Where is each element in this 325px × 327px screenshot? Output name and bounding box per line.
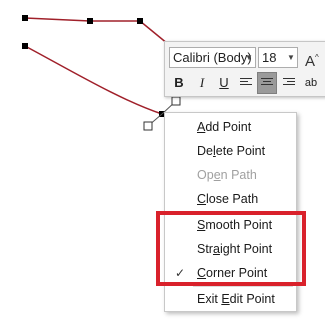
path-segment-top[interactable]: [24, 17, 169, 45]
menu-item-label: dd Point: [205, 120, 252, 134]
menu-item-mnemonic: C: [197, 192, 207, 206]
vertex-handle[interactable]: [22, 43, 28, 49]
bezier-control-handle[interactable]: [171, 96, 181, 106]
menu-item-mnemonic: E: [221, 292, 230, 306]
font-size-combo[interactable]: 18 ▼: [258, 47, 298, 68]
align-left-button[interactable]: [236, 72, 256, 94]
vertex-handle[interactable]: [87, 18, 93, 24]
grow-font-icon: A: [305, 53, 316, 70]
highlight-icon: ab: [304, 77, 318, 89]
bold-button[interactable]: B: [169, 72, 189, 94]
align-right-button[interactable]: [279, 72, 299, 94]
caret-up-icon: ^: [315, 53, 319, 62]
grow-font-button[interactable]: A^: [305, 47, 325, 70]
menu-item-label: De: [197, 144, 213, 158]
menu-item-label: n Path: [220, 168, 257, 182]
vertex-handle[interactable]: [137, 18, 143, 24]
font-name-combo[interactable]: Calibri (Body) ▼: [169, 47, 256, 68]
underline-button[interactable]: U: [214, 72, 234, 94]
align-left-icon: [240, 78, 252, 88]
bezier-control-handle[interactable]: [143, 121, 153, 131]
dropdown-arrow-icon[interactable]: ▼: [243, 48, 255, 67]
menu-item-close-path[interactable]: Close Path: [165, 187, 296, 211]
red-annotation-box: [156, 211, 306, 286]
menu-item-label: Op: [197, 168, 214, 182]
font-name-value: Calibri (Body): [173, 50, 252, 65]
menu-item-exit-edit-point[interactable]: Exit Edit Point: [165, 287, 296, 311]
font-size-value: 18: [262, 50, 277, 65]
highlight-button[interactable]: ab: [301, 72, 321, 94]
menu-item-mnemonic: e: [213, 168, 221, 182]
menu-item-label: Exit: [197, 292, 222, 306]
slide-canvas: Calibri (Body) ▼ 18 ▼ A^ B I U ab Add Po…: [0, 0, 325, 327]
italic-button[interactable]: I: [192, 72, 212, 94]
vertex-handle[interactable]: [22, 15, 28, 21]
menu-item-label: dit Point: [229, 292, 275, 306]
menu-item-delete-point[interactable]: Delete Point: [165, 139, 296, 163]
path-segment-curve[interactable]: [24, 45, 163, 115]
dropdown-arrow-icon[interactable]: ▼: [285, 48, 297, 67]
menu-item-add-point[interactable]: Add Point: [165, 115, 296, 139]
menu-item-label: ete Point: [215, 144, 266, 158]
align-center-button[interactable]: [257, 72, 277, 94]
menu-item-label: lose Path: [206, 192, 259, 206]
menu-item-open-path[interactable]: Open Path: [165, 163, 296, 187]
mini-toolbar: Calibri (Body) ▼ 18 ▼ A^ B I U ab: [164, 41, 325, 97]
align-center-icon: [261, 78, 273, 88]
align-right-icon: [283, 78, 295, 88]
